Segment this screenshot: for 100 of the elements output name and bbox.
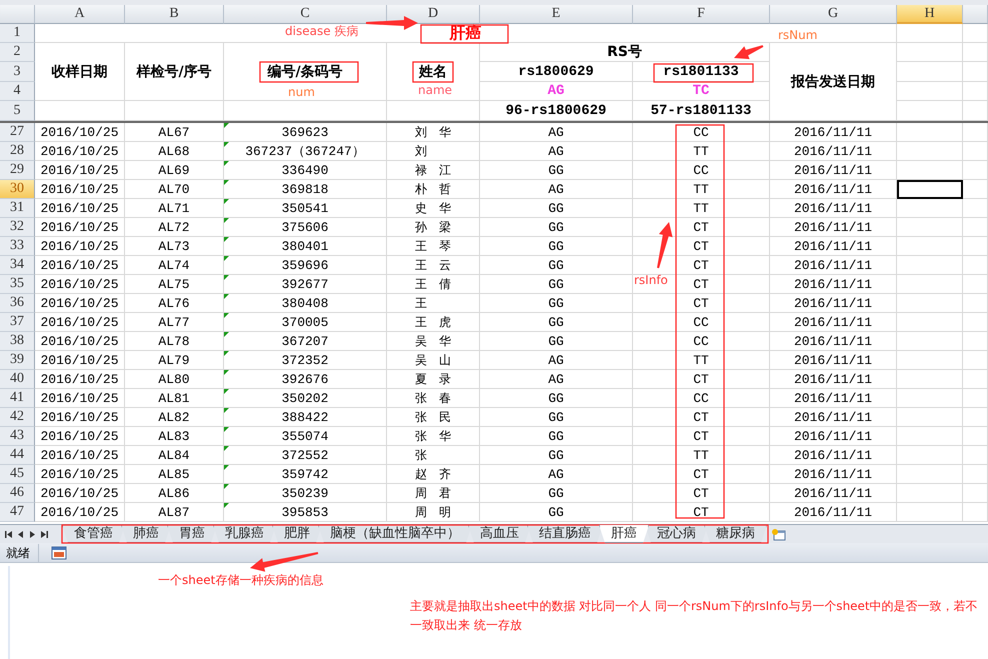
table-cell: 2016/10/25	[35, 123, 125, 142]
annotation-text: rsInfo	[634, 273, 668, 288]
number-as-text-flag-icon	[224, 123, 229, 128]
sheet-tab[interactable]: 冠心病	[645, 525, 708, 543]
skip-left-icon[interactable]	[4, 530, 13, 538]
sheet-tab[interactable]: 食管癌	[62, 525, 125, 543]
skip-right-icon[interactable]	[40, 530, 49, 538]
row-header[interactable]: 27	[0, 123, 35, 142]
table-cell: AL71	[125, 199, 224, 218]
row-header[interactable]: 35	[0, 275, 35, 294]
table-cell	[897, 313, 963, 332]
table-cell: AL70	[125, 180, 224, 199]
column-header[interactable]: B	[125, 5, 224, 24]
column-header[interactable]: F	[633, 5, 770, 24]
sheet-tab[interactable]: 肝癌	[599, 525, 649, 543]
number-as-text-flag-icon	[224, 275, 229, 280]
table-cell: 395853	[224, 503, 387, 522]
table-cell: AL72	[125, 218, 224, 237]
active-cell[interactable]	[897, 180, 963, 199]
table-cell	[963, 123, 988, 142]
row-header[interactable]: 33	[0, 237, 35, 256]
row-header[interactable]: 37	[0, 313, 35, 332]
number-as-text-flag-icon	[224, 408, 229, 413]
table-cell: GG	[480, 218, 633, 237]
column-header[interactable]: D	[387, 5, 480, 24]
table-cell: CC	[633, 313, 770, 332]
table-cell: AG	[480, 180, 633, 199]
row-header[interactable]: 44	[0, 446, 35, 465]
row-header[interactable]: 40	[0, 370, 35, 389]
sheet-tab[interactable]: 肥胖	[272, 525, 322, 543]
table-cell: 孙 梁	[387, 218, 480, 237]
sheet-tab[interactable]: 结直肠癌	[527, 525, 603, 543]
table-cell: 2016/10/25	[35, 180, 125, 199]
row-header[interactable]: 38	[0, 332, 35, 351]
number-as-text-flag-icon	[224, 256, 229, 261]
table-cell	[963, 24, 988, 43]
row-header[interactable]: 39	[0, 351, 35, 370]
table-cell: 夏 录	[387, 370, 480, 389]
table-cell: AL86	[125, 484, 224, 503]
sheet-tab[interactable]: 脑梗（缺血性脑卒中）	[318, 525, 472, 543]
row-header[interactable]: 29	[0, 161, 35, 180]
snp-id: rs1800629	[480, 62, 633, 82]
table-cell: 2016/11/11	[770, 484, 897, 503]
sheet-tab[interactable]: 乳腺癌	[213, 525, 276, 543]
column-header[interactable]: G	[770, 5, 897, 24]
table-cell: 2016/10/25	[35, 218, 125, 237]
row-header[interactable]: 28	[0, 142, 35, 161]
table-cell: GG	[480, 199, 633, 218]
table-cell	[897, 446, 963, 465]
triangle-right-icon[interactable]	[28, 530, 37, 538]
column-header[interactable]: C	[224, 5, 387, 24]
table-cell	[963, 62, 988, 82]
table-cell: AG	[480, 465, 633, 484]
table-cell: TT	[633, 351, 770, 370]
row-header[interactable]: 45	[0, 465, 35, 484]
number-as-text-flag-icon	[224, 446, 229, 451]
column-header[interactable]: A	[35, 5, 125, 24]
sheet-tab[interactable]: 胃癌	[167, 525, 217, 543]
row-header[interactable]: 5	[0, 101, 35, 121]
row-header[interactable]: 43	[0, 427, 35, 446]
row-header[interactable]: 36	[0, 294, 35, 313]
row-header[interactable]: 32	[0, 218, 35, 237]
table-cell: TT	[633, 142, 770, 161]
table-cell: 王 虎	[387, 313, 480, 332]
table-cell: TT	[633, 199, 770, 218]
row-header[interactable]: 41	[0, 389, 35, 408]
insert-sheet-icon[interactable]	[771, 528, 786, 540]
table-cell: CC	[633, 123, 770, 142]
row-header[interactable]: 2	[0, 43, 35, 62]
row-header[interactable]: 34	[0, 256, 35, 275]
table-cell: AL75	[125, 275, 224, 294]
table-cell	[963, 256, 988, 275]
table-cell	[963, 275, 988, 294]
table-cell: GG	[480, 446, 633, 465]
row-header[interactable]: 4	[0, 82, 35, 101]
table-cell: 355074	[224, 427, 387, 446]
table-cell: 张	[387, 446, 480, 465]
column-header[interactable]: H	[897, 5, 963, 24]
table-cell	[963, 237, 988, 256]
sheet-tab[interactable]: 糖尿病	[704, 525, 767, 543]
table-cell: 2016/11/11	[770, 408, 897, 427]
table-cell: TT	[633, 180, 770, 199]
table-cell: 2016/11/11	[770, 275, 897, 294]
sheet-tab[interactable]: 高血压	[468, 525, 531, 543]
row-header[interactable]: 31	[0, 199, 35, 218]
column-header[interactable]: E	[480, 5, 633, 24]
sheet-tab[interactable]: 肺癌	[121, 525, 171, 543]
row-header[interactable]: 42	[0, 408, 35, 427]
row-header[interactable]: 46	[0, 484, 35, 503]
table-cell: 张 华	[387, 427, 480, 446]
row-header[interactable]: 30	[0, 180, 35, 199]
table-cell: 王 倩	[387, 275, 480, 294]
row-header[interactable]: 47	[0, 503, 35, 522]
triangle-left-icon[interactable]	[16, 530, 25, 538]
table-cell	[897, 142, 963, 161]
row-header[interactable]: 3	[0, 62, 35, 82]
macro-record-icon[interactable]	[51, 546, 67, 560]
table-cell	[897, 370, 963, 389]
table-cell: 2016/10/25	[35, 484, 125, 503]
row-header[interactable]: 1	[0, 24, 35, 43]
